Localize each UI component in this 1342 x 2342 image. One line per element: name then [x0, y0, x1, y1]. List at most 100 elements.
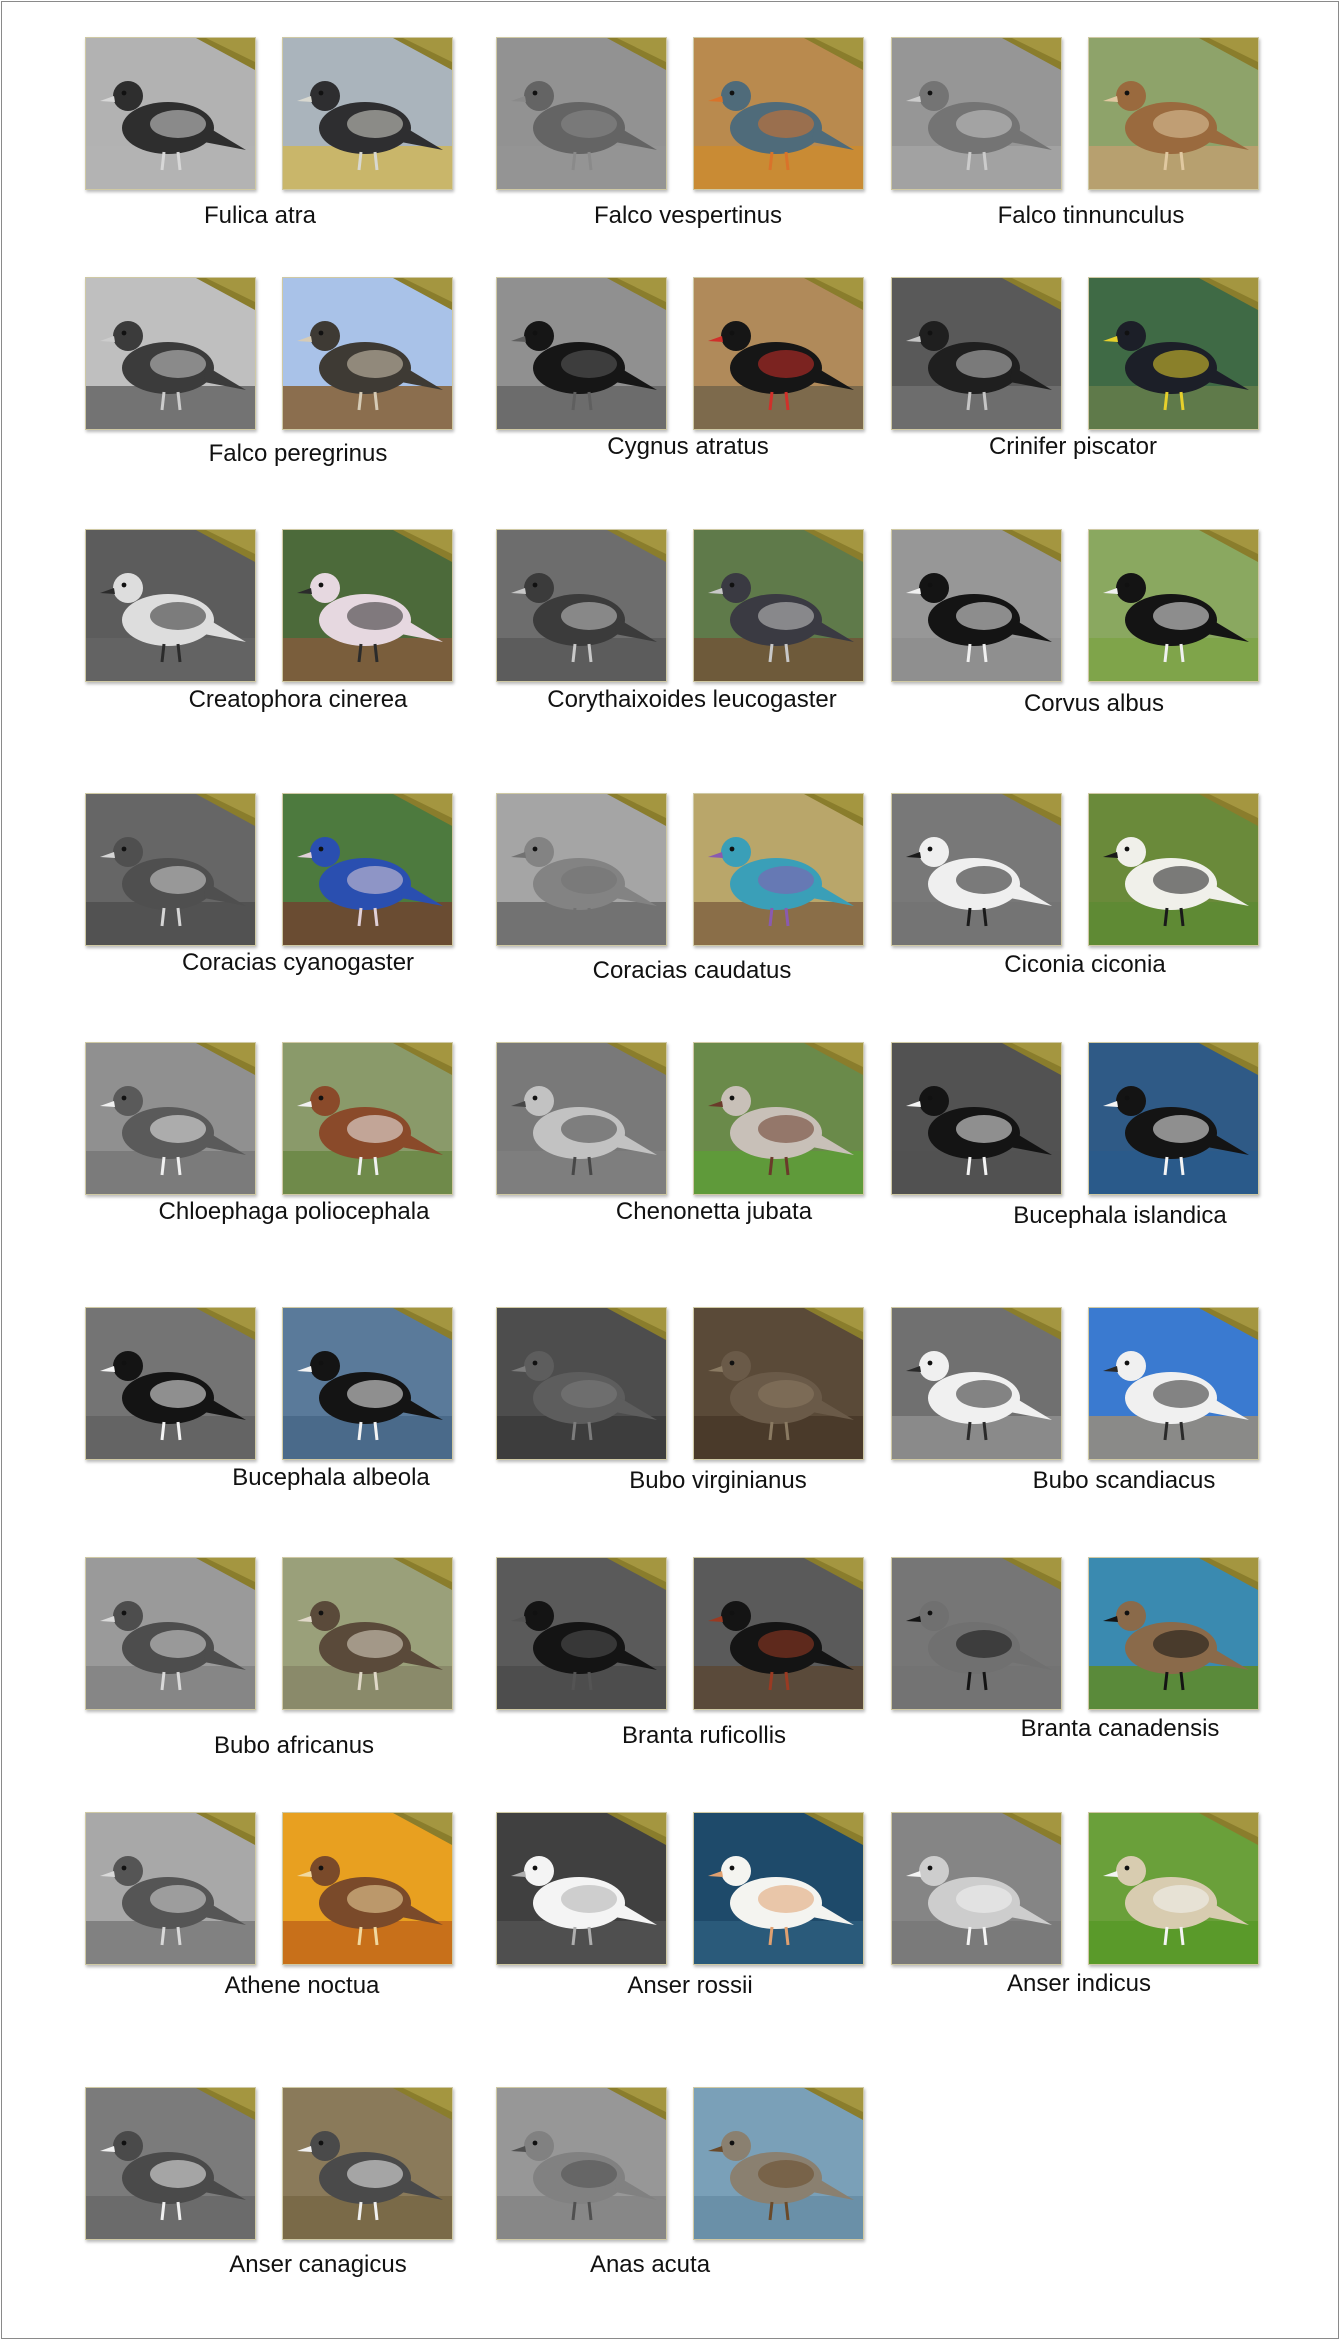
bird-wing	[150, 602, 206, 630]
bird-leg	[768, 643, 774, 663]
bird-eye	[927, 1865, 933, 1871]
bird-eye	[532, 2140, 538, 2146]
bird-leg	[768, 391, 774, 411]
bird-head	[1116, 573, 1146, 603]
bird-leg	[373, 1926, 379, 1946]
species-caption: Anser indicus	[1006, 1970, 1152, 1997]
bird-wing	[561, 866, 617, 894]
bird-eye	[927, 846, 933, 852]
bird-leg	[966, 1926, 972, 1946]
bird-head	[310, 1351, 340, 1381]
species-caption: Cygnus atratus	[607, 433, 769, 460]
bird-leg	[982, 151, 988, 171]
bird-leg	[784, 907, 790, 927]
bird-eye	[729, 582, 735, 588]
bird-head	[310, 81, 340, 111]
bird-wing	[1153, 1380, 1209, 1408]
bird-leg	[1163, 391, 1169, 411]
bird-leg	[982, 643, 988, 663]
bird-leg	[176, 1671, 182, 1691]
bird-eye	[1124, 330, 1130, 336]
bird-leg	[587, 391, 593, 411]
corvus-albus-grayscale-photo	[891, 529, 1062, 682]
bird-eye	[318, 582, 324, 588]
bird-head	[310, 2131, 340, 2161]
bird-leg	[768, 2201, 774, 2221]
chloephaga-poliocephala-color-photo	[282, 1042, 453, 1195]
bird-leg	[1179, 391, 1185, 411]
bird-leg	[587, 1926, 593, 1946]
bird-head	[524, 321, 554, 351]
corvus-albus-color-photo	[1088, 529, 1259, 682]
bird-leg	[357, 1156, 363, 1176]
bubo-scandiacus-grayscale-photo	[891, 1307, 1062, 1460]
species-caption: Coracias caudatus	[592, 957, 792, 984]
species-caption: Falco vespertinus	[593, 202, 783, 229]
bird-leg	[966, 907, 972, 927]
bird-head	[113, 2131, 143, 2161]
bird-leg	[784, 1671, 790, 1691]
bird-wing	[561, 1115, 617, 1143]
bird-eye	[532, 90, 538, 96]
bird-head	[524, 573, 554, 603]
falco-vespertinus-grayscale-photo	[496, 37, 667, 190]
fulica-atra-color-photo	[282, 37, 453, 190]
bird-eye	[729, 846, 735, 852]
bird-leg	[160, 151, 166, 171]
bird-leg	[160, 391, 166, 411]
bird-head	[721, 1601, 751, 1631]
bird-leg	[571, 1156, 577, 1176]
anser-indicus-grayscale-photo	[891, 1812, 1062, 1965]
species-caption: Bubo africanus	[213, 1732, 375, 1759]
bird-leg	[373, 907, 379, 927]
anser-indicus-color-photo	[1088, 1812, 1259, 1965]
species-grid: Fulica atra Falco vespertinus Falco tinnun…	[1, 1, 1339, 2339]
falco-peregrinus-color-photo	[282, 277, 453, 430]
bird-wing	[956, 1885, 1012, 1913]
bird-eye	[927, 1610, 933, 1616]
bird-eye	[1124, 1610, 1130, 1616]
species-caption: Chenonetta jubata	[615, 1198, 813, 1225]
bird-head	[524, 81, 554, 111]
bird-eye	[318, 1360, 324, 1366]
bird-head	[524, 837, 554, 867]
bird-leg	[784, 1156, 790, 1176]
bird-leg	[982, 391, 988, 411]
bird-head	[310, 837, 340, 867]
anser-rossii-grayscale-photo	[496, 1812, 667, 1965]
bird-head	[1116, 81, 1146, 111]
bird-leg	[1163, 1156, 1169, 1176]
bird-leg	[1163, 1671, 1169, 1691]
bird-wing	[561, 1380, 617, 1408]
bird-wing	[1153, 602, 1209, 630]
bird-leg	[373, 1156, 379, 1176]
bird-eye	[532, 1360, 538, 1366]
branta-ruficollis-grayscale-photo	[496, 1557, 667, 1710]
bird-head	[113, 837, 143, 867]
bird-leg	[768, 151, 774, 171]
bird-head	[919, 81, 949, 111]
corythaixoides-leucogaster-grayscale-photo	[496, 529, 667, 682]
bird-leg	[1179, 1156, 1185, 1176]
bird-wing	[758, 1885, 814, 1913]
coracias-cyanogaster-grayscale-photo	[85, 793, 256, 946]
bucephala-albeola-color-photo	[282, 1307, 453, 1460]
bird-leg	[1163, 907, 1169, 927]
bird-leg	[373, 391, 379, 411]
falco-vespertinus-color-photo	[693, 37, 864, 190]
anas-acuta-color-photo	[693, 2087, 864, 2240]
cygnus-atratus-grayscale-photo	[496, 277, 667, 430]
bird-wing	[1153, 110, 1209, 138]
bird-head	[113, 1086, 143, 1116]
bird-head	[524, 1601, 554, 1631]
bird-wing	[347, 2160, 403, 2188]
bird-eye	[729, 1865, 735, 1871]
bird-wing	[956, 350, 1012, 378]
bird-eye	[121, 90, 127, 96]
anser-canagicus-color-photo	[282, 2087, 453, 2240]
bird-eye	[121, 1865, 127, 1871]
crinifer-piscator-grayscale-photo	[891, 277, 1062, 430]
bird-eye	[1124, 1865, 1130, 1871]
falco-tinnunculus-grayscale-photo	[891, 37, 1062, 190]
bird-leg	[966, 1671, 972, 1691]
